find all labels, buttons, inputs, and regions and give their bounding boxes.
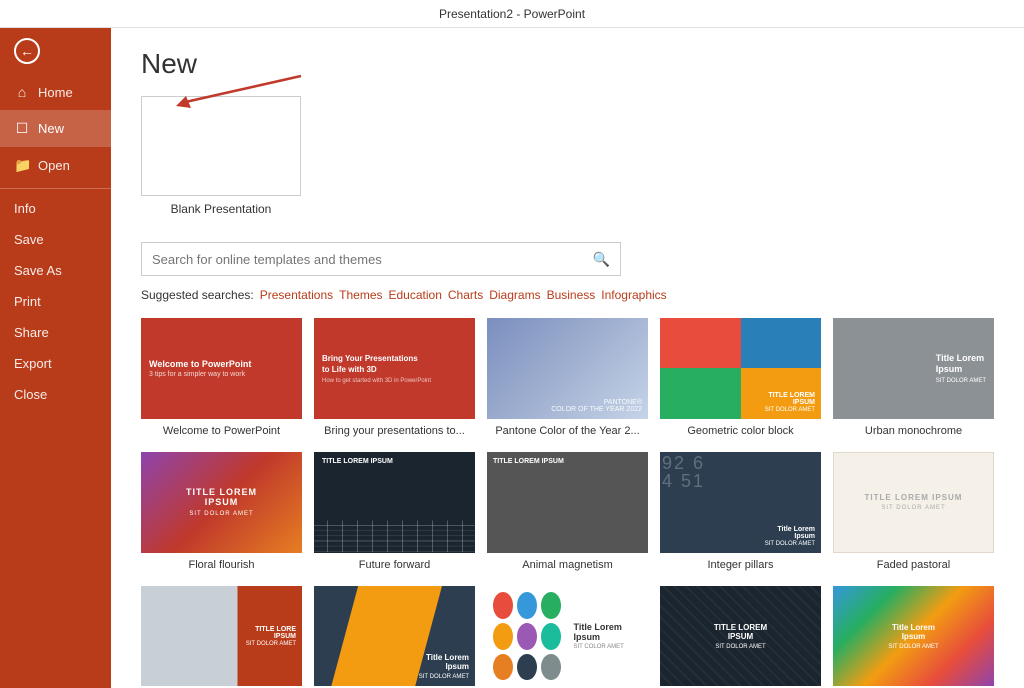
suggested-label: Suggested searches:: [141, 288, 254, 302]
sidebar-item-share[interactable]: Share: [0, 317, 111, 348]
template-item-welcome[interactable]: Welcome to PowerPoint 3 tips for a simpl…: [141, 318, 302, 438]
template-item-color[interactable]: Title LoremIpsum SIT COLOR AMET Color sw…: [487, 586, 648, 688]
template-item-animal[interactable]: TITLE LOREM IPSUM Animal magnetism: [487, 452, 648, 572]
template-name-welcome: Welcome to PowerPoint: [141, 424, 302, 438]
template-thumb-integer: 92 64 51 Title LoremIpsumSIT DOLOR AMET: [660, 452, 821, 553]
template-thumb-psychedelic: Title LoremIpsumSIT DOLOR AMET: [833, 586, 994, 687]
sidebar-item-home[interactable]: ⌂ Home: [0, 74, 111, 110]
sidebar-item-new-label: New: [38, 121, 64, 136]
template-thumb-urban: Title LoremIpsum SIT DOLOR AMET: [833, 318, 994, 419]
template-item-scientific[interactable]: TITLE LOREIPSUMSIT DOLOR AMET Scientific…: [141, 586, 302, 688]
template-item-integer[interactable]: 92 64 51 Title LoremIpsumSIT DOLOR AMET …: [660, 452, 821, 572]
template-item-pantone[interactable]: PANTONE®COLOR OF THE YEAR 2022 Pantone C…: [487, 318, 648, 438]
sidebar-item-info[interactable]: Info: [0, 193, 111, 224]
template-name-faded: Faded pastoral: [833, 558, 994, 572]
template-item-faded[interactable]: TITLE LOREM IPSUMSIT DOLOR AMET Faded pa…: [833, 452, 994, 572]
template-item-psychedelic[interactable]: Title LoremIpsumSIT DOLOR AMET Psychedel…: [833, 586, 994, 688]
template-name-floral: Floral flourish: [141, 558, 302, 572]
templates-grid: Welcome to PowerPoint 3 tips for a simpl…: [141, 318, 994, 688]
sidebar: ← ⌂ Home ☐ New 📁 Open Info Save Save As …: [0, 28, 111, 688]
main-content: New Blank Presentation 🔍 Sugge: [111, 28, 1024, 688]
template-item-woven[interactable]: TITLE LOREMIPSUMSIT DOLOR AMET Woven fib…: [660, 586, 821, 688]
template-item-modern[interactable]: Title LoremIpsumSIT DOLOR AMET Modern an…: [314, 586, 475, 688]
sidebar-divider: [0, 188, 111, 189]
search-input[interactable]: [152, 252, 593, 267]
sidebar-item-new[interactable]: ☐ New: [0, 110, 111, 147]
open-folder-icon: 📁: [14, 157, 30, 174]
title-bar: Presentation2 - PowerPoint: [0, 0, 1024, 28]
back-button[interactable]: ←: [0, 28, 111, 74]
sidebar-item-home-label: Home: [38, 85, 73, 100]
template-name-integer: Integer pillars: [660, 558, 821, 572]
suggested-link-business[interactable]: Business: [547, 288, 596, 302]
template-thumb-woven: TITLE LOREMIPSUMSIT DOLOR AMET: [660, 586, 821, 687]
blank-presentation-thumbnail[interactable]: [141, 96, 301, 196]
template-thumb-geometric: TITLE LOREMIPSUMSIT DOLOR AMET: [660, 318, 821, 419]
home-icon: ⌂: [14, 84, 30, 100]
template-name-geometric: Geometric color block: [660, 424, 821, 438]
search-bar: 🔍: [141, 242, 621, 276]
suggested-link-diagrams[interactable]: Diagrams: [489, 288, 540, 302]
sidebar-item-close[interactable]: Close: [0, 379, 111, 410]
suggested-searches: Suggested searches: Presentations Themes…: [141, 288, 994, 302]
suggested-link-charts[interactable]: Charts: [448, 288, 483, 302]
suggested-link-education[interactable]: Education: [389, 288, 442, 302]
template-thumb-pantone: PANTONE®COLOR OF THE YEAR 2022: [487, 318, 648, 419]
blank-presentation-label: Blank Presentation: [141, 202, 301, 216]
title-bar-text: Presentation2 - PowerPoint: [439, 7, 585, 21]
template-thumb-bring: Bring Your Presentationsto Life with 3D …: [314, 318, 475, 419]
template-thumb-faded: TITLE LOREM IPSUMSIT DOLOR AMET: [833, 452, 994, 553]
template-item-bring[interactable]: Bring Your Presentationsto Life with 3D …: [314, 318, 475, 438]
search-icon[interactable]: 🔍: [593, 251, 610, 268]
sidebar-item-save[interactable]: Save: [0, 224, 111, 255]
suggested-link-themes[interactable]: Themes: [339, 288, 382, 302]
suggested-link-infographics[interactable]: Infographics: [601, 288, 666, 302]
template-thumb-welcome: Welcome to PowerPoint 3 tips for a simpl…: [141, 318, 302, 419]
template-thumb-scientific: TITLE LOREIPSUMSIT DOLOR AMET: [141, 586, 302, 687]
sidebar-item-save-as[interactable]: Save As: [0, 255, 111, 286]
template-item-future[interactable]: TITLE LOREM IPSUM Future forward: [314, 452, 475, 572]
sidebar-item-open[interactable]: 📁 Open: [0, 147, 111, 184]
template-name-animal: Animal magnetism: [487, 558, 648, 572]
template-item-floral[interactable]: TITLE LOREMIPSUMSIT DOLOR AMET Floral fl…: [141, 452, 302, 572]
red-arrow-annotation: [131, 68, 331, 108]
suggested-link-presentations[interactable]: Presentations: [260, 288, 333, 302]
new-doc-icon: ☐: [14, 120, 30, 137]
app-body: ← ⌂ Home ☐ New 📁 Open Info Save Save As …: [0, 28, 1024, 688]
template-name-bring: Bring your presentations to...: [314, 424, 475, 438]
template-item-geometric[interactable]: TITLE LOREMIPSUMSIT DOLOR AMET Geometric…: [660, 318, 821, 438]
search-section: 🔍: [141, 242, 994, 276]
template-name-pantone: Pantone Color of the Year 2...: [487, 424, 648, 438]
sidebar-item-export[interactable]: Export: [0, 348, 111, 379]
template-name-future: Future forward: [314, 558, 475, 572]
template-thumb-future: TITLE LOREM IPSUM: [314, 452, 475, 553]
template-name-urban: Urban monochrome: [833, 424, 994, 438]
template-thumb-animal: TITLE LOREM IPSUM: [487, 452, 648, 553]
sidebar-item-open-label: Open: [38, 158, 70, 173]
blank-presentation-section: Blank Presentation: [141, 96, 994, 218]
template-thumb-modern: Title LoremIpsumSIT DOLOR AMET: [314, 586, 475, 687]
template-thumb-color: Title LoremIpsum SIT COLOR AMET: [487, 586, 648, 687]
sidebar-item-print[interactable]: Print: [0, 286, 111, 317]
back-circle-icon: ←: [14, 38, 40, 64]
template-thumb-floral: TITLE LOREMIPSUMSIT DOLOR AMET: [141, 452, 302, 553]
template-item-urban[interactable]: Title LoremIpsum SIT DOLOR AMET Urban mo…: [833, 318, 994, 438]
